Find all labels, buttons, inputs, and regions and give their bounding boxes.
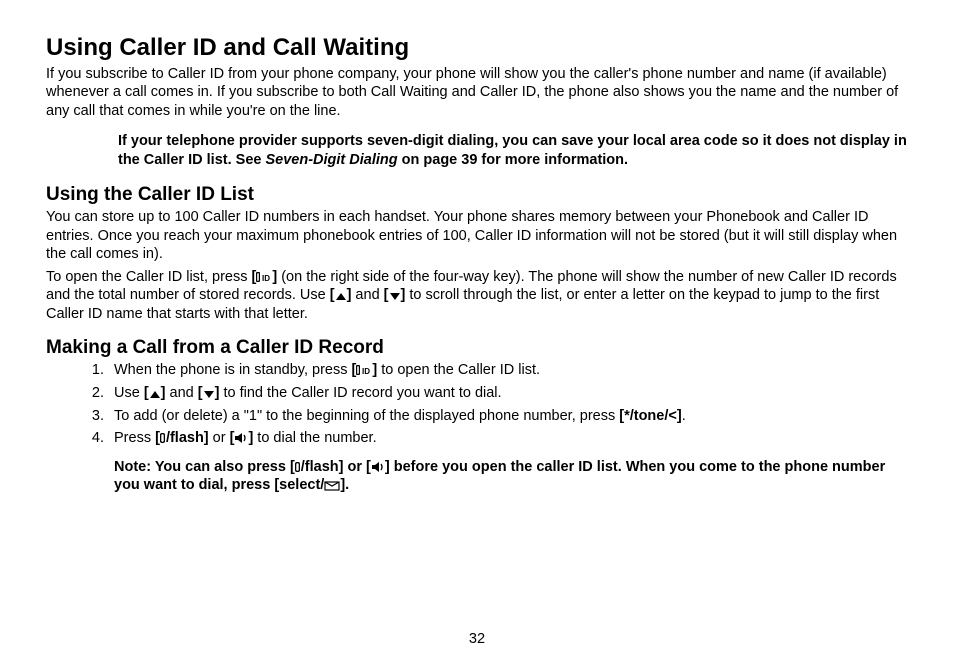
note-italic: Seven-Digit Dialing <box>265 152 397 168</box>
speaker-icon <box>234 432 248 444</box>
cid-icon: ID <box>356 364 372 376</box>
down-key-2: [] <box>198 385 220 401</box>
step3-b: . <box>682 408 686 424</box>
envelope-icon <box>324 481 340 491</box>
up-key-2: [] <box>144 385 166 401</box>
call-heading: Making a Call from a Caller ID Record <box>46 337 908 359</box>
and-2: and <box>166 385 198 401</box>
or-2: or <box>343 459 366 475</box>
list-heading: Using the Caller ID List <box>46 184 908 206</box>
steps-list: When the phone is in standby, press [ID]… <box>46 361 908 447</box>
step2-a: Use <box>114 385 144 401</box>
step1-a: When the phone is in standby, press <box>114 362 352 378</box>
up-arrow-icon <box>149 390 161 399</box>
svg-text:ID: ID <box>262 274 270 283</box>
down-arrow-icon <box>203 390 215 399</box>
speaker-key-2: [] <box>366 459 390 475</box>
and-1: and <box>351 287 383 303</box>
cid-key-2: [ID] <box>352 362 378 378</box>
svg-text:ID: ID <box>362 367 370 376</box>
or-1: or <box>209 430 230 446</box>
area-code-note: If your telephone provider supports seve… <box>118 132 908 170</box>
down-arrow-icon <box>389 292 401 301</box>
select-key: [select/] <box>274 477 345 493</box>
intro-paragraph: If you subscribe to Caller ID from your … <box>46 65 908 121</box>
text-a: To open the Caller ID list, press <box>46 269 252 285</box>
down-key: [] <box>384 287 406 303</box>
flash-key: [/flash] <box>155 430 209 446</box>
step-4: Press [/flash] or [] to dial the number. <box>108 429 908 448</box>
note2-c: . <box>345 477 349 493</box>
note-text-2: on page 39 for more information. <box>398 152 628 168</box>
list-paragraph-1: You can store up to 100 Caller ID number… <box>46 208 908 264</box>
step4-b: to dial the number. <box>253 430 376 446</box>
speaker-icon <box>371 461 385 473</box>
step-1: When the phone is in standby, press [ID]… <box>108 361 908 380</box>
step2-b: to find the Caller ID record you want to… <box>219 385 501 401</box>
cid-key: [ID] <box>252 269 278 285</box>
note2-a: Note: You can also press <box>114 459 290 475</box>
step1-b: to open the Caller ID list. <box>377 362 540 378</box>
speaker-key: [] <box>230 430 254 446</box>
step-2: Use [] and [] to find the Caller ID reco… <box>108 384 908 403</box>
up-arrow-icon <box>335 292 347 301</box>
up-key: [] <box>330 287 352 303</box>
step4-a: Press <box>114 430 155 446</box>
list-paragraph-2: To open the Caller ID list, press [ID] (… <box>46 268 908 324</box>
page-title: Using Caller ID and Call Waiting <box>46 34 908 63</box>
flash-key-2: [/flash] <box>290 459 344 475</box>
tone-key: [*/tone/<] <box>619 408 681 424</box>
page-number: 32 <box>0 631 954 647</box>
footer-note: Note: You can also press [/flash] or [] … <box>114 458 904 496</box>
step3-a: To add (or delete) a "1" to the beginnin… <box>114 408 619 424</box>
step-3: To add (or delete) a "1" to the beginnin… <box>108 407 908 426</box>
cid-icon: ID <box>256 271 272 283</box>
